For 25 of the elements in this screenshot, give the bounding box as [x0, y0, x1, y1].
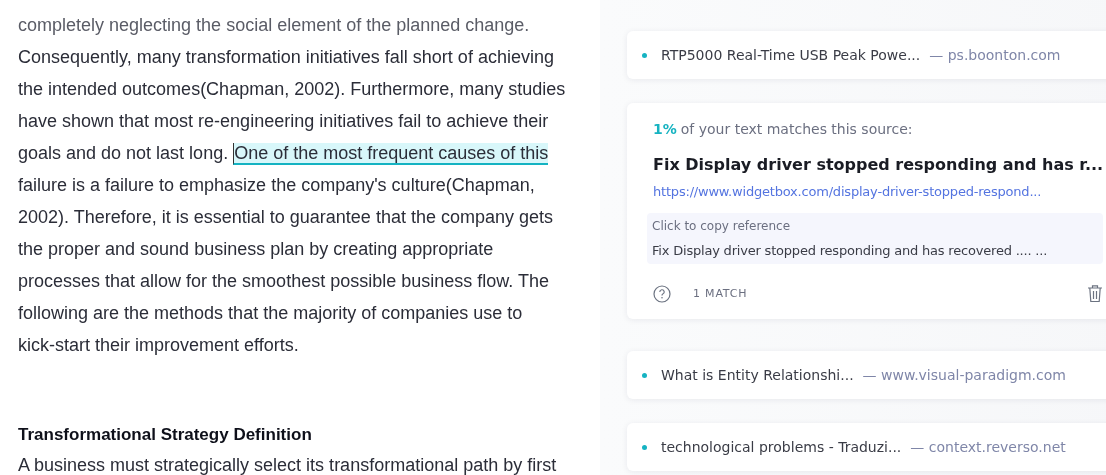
- source-link[interactable]: https://www.widgetbox.com/display-driver-stopped-respond...: [653, 184, 1104, 199]
- source-title: technological problems - Traduzi...: [661, 439, 902, 455]
- source-title: Fix Display driver stopped responding and has r...: [653, 155, 1104, 174]
- copy-reference-box[interactable]: Click to copy reference Fix Display driver stopped responding and has recovered .... ...: [647, 213, 1104, 264]
- match-percent: 1%: [653, 121, 677, 137]
- source-title: RTP5000 Real-Time USB Peak Powe...: [661, 47, 921, 63]
- source-domain: — www.visual-paradigm.com: [862, 367, 1066, 383]
- source-domain: — ps.boonton.com: [929, 47, 1061, 63]
- match-count: 1 MATCH: [693, 287, 748, 300]
- trash-icon[interactable]: [1087, 284, 1104, 303]
- copy-reference-label: Click to copy reference: [652, 219, 792, 233]
- reference-text: Fix Display driver stopped responding and has recovered .... ...: [652, 243, 1049, 258]
- source-title: What is Entity Relationshi...: [661, 367, 854, 383]
- source-card[interactable]: technological problems - Traduzi... — context.reverso.net: [627, 423, 1106, 471]
- bullet-icon: [642, 52, 647, 58]
- bullet-icon: [642, 372, 647, 378]
- body-paragraph: completely neglecting the social element of the planned change. Consequently, many transformation initiatives fall short of achieving the intended outcomes(Chapman, 2002). Furthermore, many studies have shown that most re-engineering initiatives fail to achieve their goals and do not last long. One of the most frequent causes of this failure is a failure to emphasize the company's culture(Chapman, 2002). Therefore, it is essential to guarantee that the company gets the proper and sound business plan by creating appropriate processes that allow for the smoothest possible business flow. The following are the methods that the majority of companies use to kick-start their improvement efforts.: [18, 14, 567, 357]
- match-description: of your text matches this source:: [680, 121, 913, 137]
- section-heading: Transformational Strategy Definition: [18, 424, 313, 446]
- bullet-icon: [642, 444, 647, 450]
- source-card[interactable]: RTP5000 Real-Time USB Peak Powe... — ps.boonton.com: [627, 31, 1106, 79]
- help-icon[interactable]: [653, 284, 671, 303]
- source-card[interactable]: What is Entity Relationshi... — www.visual-paradigm.com: [627, 351, 1106, 399]
- source-domain: — context.reverso.net: [910, 439, 1066, 455]
- body-paragraph: A business must strategically select its transformational path by first: [18, 454, 558, 475]
